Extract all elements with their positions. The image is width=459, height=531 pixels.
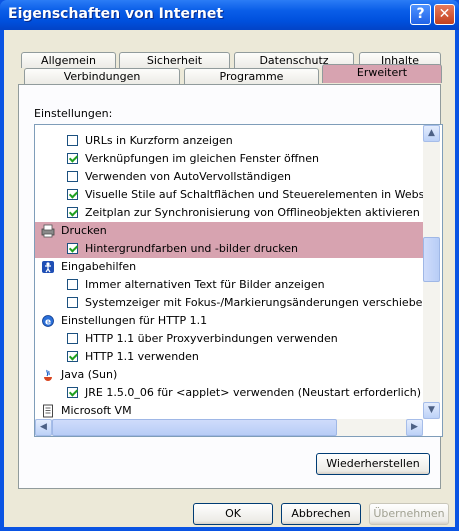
tree-row[interactable]: URLs in Kurzform anzeigen xyxy=(35,132,423,150)
row-label: Verknüpfungen im gleichen Fenster öffnen xyxy=(85,152,319,165)
row-label: Drucken xyxy=(61,224,107,237)
row-label: Visuelle Stile auf Schaltflächen und Ste… xyxy=(85,188,423,201)
tree-row[interactable]: Verknüpfungen im gleichen Fenster öffnen xyxy=(35,150,423,168)
scroll-left-button[interactable]: ◀ xyxy=(35,419,52,436)
row-label: JRE 1.5.0_06 für <applet> verwenden (Neu… xyxy=(85,386,421,399)
checkbox[interactable] xyxy=(67,243,78,254)
row-label: Java (Sun) xyxy=(61,368,118,381)
tree-row[interactable]: JRE 1.5.0_06 für <applet> verwenden (Neu… xyxy=(35,384,423,402)
tab-erweitert[interactable]: Erweitert xyxy=(322,64,442,83)
checkbox[interactable] xyxy=(67,279,78,290)
horizontal-scrollbar[interactable]: ◀ ▶ xyxy=(35,419,423,436)
checkbox[interactable] xyxy=(67,297,78,308)
tree-row[interactable]: Immer alternativen Text für Bilder anzei… xyxy=(35,276,423,294)
settings-label: Einstellungen: xyxy=(34,107,113,120)
tree-category-drucken[interactable]: Drucken xyxy=(35,222,423,240)
title-bar[interactable]: Eigenschaften von Internet ? ✕ xyxy=(0,0,459,30)
tree-row[interactable]: Hintergrundfarben und -bilder drucken xyxy=(35,240,423,258)
apply-button[interactable]: Übernehmen xyxy=(369,503,449,525)
close-button[interactable]: ✕ xyxy=(434,4,455,25)
restore-button[interactable]: Wiederherstellen xyxy=(316,453,430,475)
vertical-scroll-thumb[interactable] xyxy=(423,237,440,282)
checkbox[interactable] xyxy=(67,333,78,344)
tree-row[interactable]: HTTP 1.1 verwenden xyxy=(35,348,423,366)
ie-icon: e xyxy=(42,315,54,328)
scroll-down-button[interactable]: ▼ xyxy=(423,402,440,419)
tab-verbindungen[interactable]: Verbindungen xyxy=(24,68,180,84)
svg-text:e: e xyxy=(45,318,51,328)
tree-category-eingabehilfen[interactable]: Eingabehilfen xyxy=(35,258,423,276)
row-label: Verwenden von AutoVervollständigen xyxy=(85,170,291,183)
tree-row[interactable]: Systemzeiger mit Fokus-/Markierungsänder… xyxy=(35,294,423,312)
settings-tree[interactable]: URLs in Kurzform anzeigen Verknüpfungen … xyxy=(34,124,443,437)
row-label: HTTP 1.1 verwenden xyxy=(85,350,199,363)
tab-programme[interactable]: Programme xyxy=(184,68,319,84)
tree-category-java[interactable]: Java (Sun) xyxy=(35,366,423,384)
checkbox[interactable] xyxy=(67,171,78,182)
scroll-right-button[interactable]: ▶ xyxy=(406,419,423,436)
row-label: Eingabehilfen xyxy=(61,260,137,273)
tree-row[interactable]: Visuelle Stile auf Schaltflächen und Ste… xyxy=(35,186,423,204)
scroll-up-button[interactable]: ▲ xyxy=(423,125,440,142)
tree-category-msvm[interactable]: Microsoft VM xyxy=(35,402,423,420)
cancel-button[interactable]: Abbrechen xyxy=(281,503,361,525)
row-label: Microsoft VM xyxy=(61,404,132,417)
row-label: Immer alternativen Text für Bilder anzei… xyxy=(85,278,325,291)
row-label: Hintergrundfarben und -bilder drucken xyxy=(85,242,298,255)
tab-sicherheit[interactable]: Sicherheit xyxy=(119,52,230,68)
document-icon xyxy=(43,404,53,418)
tree-category-http[interactable]: e Einstellungen für HTTP 1.1 xyxy=(35,312,423,330)
printer-icon xyxy=(41,224,55,238)
vertical-scrollbar[interactable]: ▲ ▼ xyxy=(423,125,440,419)
row-label: Einstellungen für HTTP 1.1 xyxy=(61,314,208,327)
help-button[interactable]: ? xyxy=(410,4,431,25)
accessibility-icon xyxy=(42,261,54,273)
checkbox[interactable] xyxy=(67,387,78,398)
horizontal-scroll-thumb[interactable] xyxy=(52,419,337,436)
tab-allgemein[interactable]: Allgemein xyxy=(21,52,116,68)
ok-button[interactable]: OK xyxy=(193,503,273,525)
tree-row[interactable]: Zeitplan zur Synchronisierung von Offlin… xyxy=(35,204,423,222)
checkbox[interactable] xyxy=(67,207,78,218)
checkbox[interactable] xyxy=(67,351,78,362)
row-label: URLs in Kurzform anzeigen xyxy=(85,134,233,147)
row-label: Systemzeiger mit Fokus-/Markierungsänder… xyxy=(85,296,423,309)
checkbox[interactable] xyxy=(67,153,78,164)
checkbox[interactable] xyxy=(67,189,78,200)
row-label: Zeitplan zur Synchronisierung von Offlin… xyxy=(85,206,420,219)
tree-row[interactable]: HTTP 1.1 über Proxyverbindungen verwende… xyxy=(35,330,423,348)
tree-row[interactable]: Verwenden von AutoVervollständigen xyxy=(35,168,423,186)
window-title: Eigenschaften von Internet xyxy=(8,6,224,22)
row-label: HTTP 1.1 über Proxyverbindungen verwende… xyxy=(85,332,338,345)
checkbox[interactable] xyxy=(67,135,78,146)
java-icon xyxy=(44,369,52,381)
